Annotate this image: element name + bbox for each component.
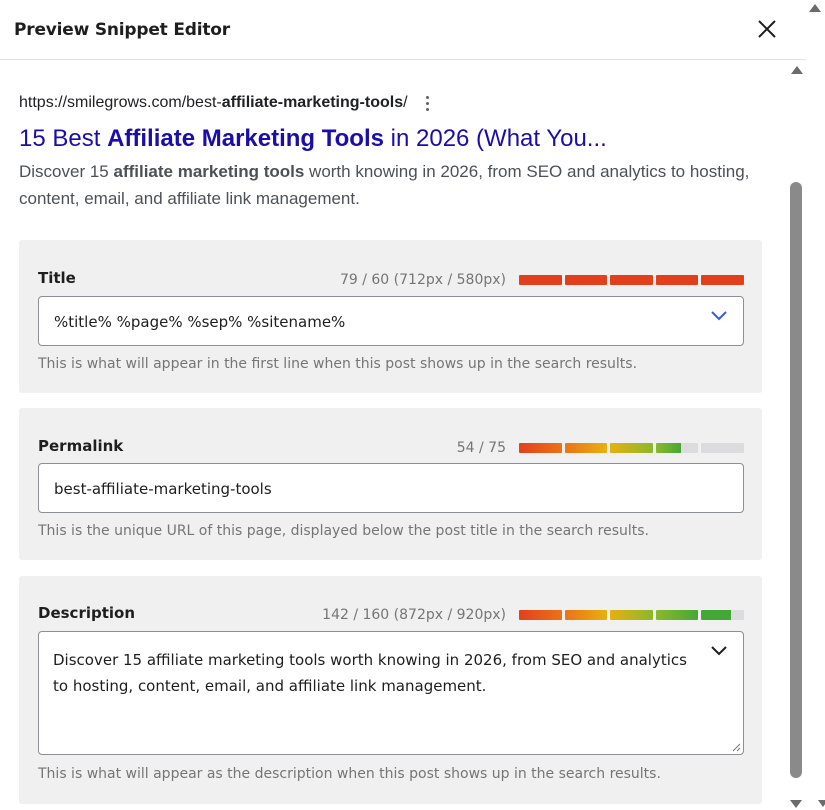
description-length-meter (519, 610, 744, 620)
title-label: Title (38, 269, 76, 287)
description-label: Description (38, 604, 136, 622)
modal-header: Preview Snippet Editor (0, 0, 806, 60)
meter-segment (701, 610, 744, 620)
meter-segment (655, 443, 699, 453)
permalink-length-meter (519, 443, 744, 453)
chevron-down-icon[interactable] (709, 309, 729, 323)
permalink-label: Permalink (38, 437, 124, 455)
meter-segment (655, 275, 699, 285)
modal-scrollbar[interactable] (786, 60, 806, 810)
title-field[interactable]: %title% %page% %sep% %sitename% (38, 296, 744, 346)
description-textarea-value: Discover 15 affiliate marketing tools wo… (53, 651, 687, 695)
description-panel: Description 142 / 160 (872px / 920px) Di… (19, 576, 762, 804)
meter-segment (564, 275, 608, 285)
serp-title: 15 Best Affiliate Marketing Tools in 202… (19, 125, 607, 152)
description-textarea[interactable]: Discover 15 affiliate marketing tools wo… (38, 631, 744, 755)
title-help-text: This is what will appear in the first li… (38, 356, 638, 372)
meter-segment (564, 610, 608, 620)
meter-segment (701, 275, 744, 285)
window-scroll-down-icon[interactable] (818, 800, 825, 807)
scroll-thumb[interactable] (790, 182, 802, 778)
serp-url: https://smilegrows.com/best-affiliate-ma… (19, 94, 408, 111)
description-help-text: This is what will appear as the descript… (38, 766, 661, 782)
title-panel: Title 79 / 60 (712px / 580px) %title% %p… (19, 240, 762, 393)
title-length-meter (519, 275, 744, 285)
resize-handle-icon[interactable] (731, 742, 741, 752)
meter-segment (610, 275, 653, 285)
meter-segment (610, 610, 653, 620)
more-vertical-icon[interactable] (425, 95, 429, 111)
permalink-field[interactable]: best-affiliate-marketing-tools (38, 463, 744, 513)
chevron-down-icon[interactable] (709, 644, 729, 658)
meter-segment (564, 443, 608, 453)
window-scroll-up-icon[interactable] (809, 4, 821, 12)
close-button[interactable] (752, 14, 782, 44)
title-count: 79 / 60 (712px / 580px) (339, 272, 506, 288)
permalink-panel: Permalink 54 / 75 best-affiliate-marketi… (19, 408, 762, 560)
meter-segment (610, 443, 653, 453)
permalink-field-value: best-affiliate-marketing-tools (54, 480, 272, 498)
scroll-up-icon[interactable] (791, 66, 803, 74)
meter-segment (701, 443, 744, 453)
permalink-count: 54 / 75 (456, 440, 506, 456)
permalink-help-text: This is the unique URL of this page, dis… (38, 523, 650, 539)
serp-preview: https://smilegrows.com/best-affiliate-ma… (19, 92, 759, 212)
meter-segment (519, 443, 562, 453)
meter-segment (519, 610, 562, 620)
close-icon (758, 20, 776, 38)
title-field-value: %title% %page% %sep% %sitename% (54, 313, 346, 331)
meter-segment (519, 275, 562, 285)
modal-title: Preview Snippet Editor (14, 20, 230, 40)
description-count: 142 / 160 (872px / 920px) (322, 607, 506, 623)
meter-segment (655, 610, 699, 620)
scroll-down-icon[interactable] (790, 800, 802, 808)
serp-description: Discover 15 affiliate marketing tools wo… (19, 162, 750, 208)
